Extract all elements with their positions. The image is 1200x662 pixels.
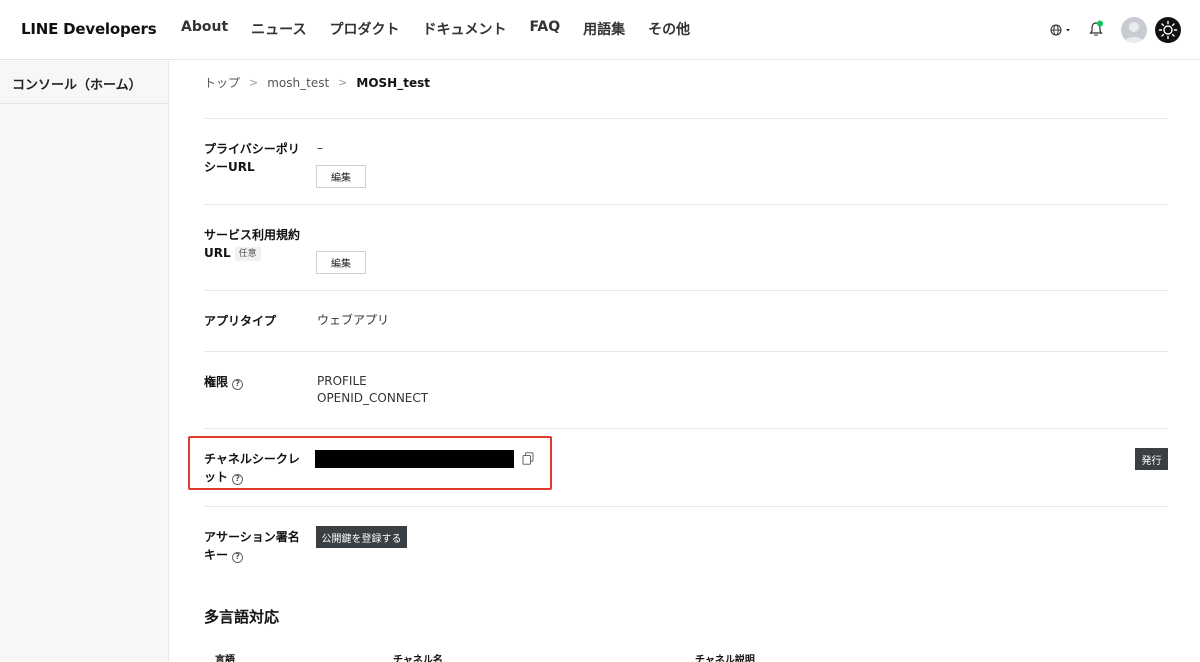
table-header-channel-name: チャネル名 (393, 655, 443, 662)
divider (204, 118, 1168, 119)
nav-documents[interactable]: ドキュメント (422, 19, 506, 39)
breadcrumb-provider[interactable]: mosh_test (267, 76, 329, 90)
multilingual-section-title: 多言語対応 (204, 608, 280, 626)
help-icon[interactable]: ? (232, 473, 244, 485)
channel-secret-label-text: チャネルシークレット (204, 452, 300, 484)
assertion-signing-key-label-text: アサーション署名キー (204, 530, 300, 562)
help-icon[interactable]: ? (232, 378, 244, 390)
sun-icon (1158, 20, 1178, 40)
divider (204, 290, 1168, 291)
user-avatar[interactable] (1121, 17, 1147, 43)
language-globe-icon[interactable] (1049, 22, 1073, 38)
breadcrumb-top[interactable]: トップ (204, 74, 240, 91)
line-developers-logo[interactable]: LINE Developers (21, 20, 157, 38)
divider (204, 351, 1168, 352)
breadcrumb-chevron-icon: > (249, 76, 259, 89)
divider (204, 506, 1168, 507)
user-silhouette-icon (1124, 22, 1144, 43)
nav-faq[interactable]: FAQ (529, 19, 560, 39)
divider (204, 428, 1168, 429)
edit-privacy-policy-button[interactable]: 編集 (316, 165, 366, 188)
permissions-value-profile: PROFILE (317, 374, 367, 388)
breadcrumb-current-channel: MOSH_test (356, 75, 430, 90)
top-header: LINE Developers About ニュース プロダクト ドキュメント … (0, 0, 1200, 60)
breadcrumb-chevron-icon: > (338, 76, 348, 89)
issue-channel-secret-button[interactable]: 発行 (1135, 448, 1168, 470)
assertion-signing-key-label: アサーション署名キー? (204, 528, 310, 564)
theme-toggle-button[interactable] (1155, 17, 1181, 43)
nav-news[interactable]: ニュース (251, 19, 306, 39)
nav-glossary[interactable]: 用語集 (583, 19, 625, 39)
sidebar: コンソール（ホーム） (0, 61, 169, 662)
table-header-channel-description: チャネル説明 (695, 655, 755, 662)
help-icon[interactable]: ? (232, 551, 244, 563)
register-public-key-button[interactable]: 公開鍵を登録する (316, 526, 407, 548)
edit-terms-of-service-button[interactable]: 編集 (316, 251, 366, 274)
app-type-value: ウェブアプリ (317, 313, 390, 327)
breadcrumb: トップ > mosh_test > MOSH_test (204, 74, 430, 91)
copy-icon[interactable] (522, 452, 534, 465)
nav-products[interactable]: プロダクト (329, 19, 399, 39)
sidebar-item-console-home[interactable]: コンソール（ホーム） (0, 61, 168, 104)
nav-about[interactable]: About (181, 19, 228, 39)
main-nav: About ニュース プロダクト ドキュメント FAQ 用語集 その他 (181, 19, 713, 39)
permissions-value-openid-connect: OPENID_CONNECT (317, 391, 429, 405)
divider (204, 204, 1168, 205)
channel-secret-value-redacted (315, 450, 514, 468)
optional-badge: 任意 (234, 247, 261, 261)
nav-more[interactable]: その他 (648, 19, 690, 39)
privacy-policy-url-label: プライバシーポリシーURL (204, 142, 300, 174)
notification-bell-icon[interactable] (1088, 20, 1104, 38)
permissions-label-text: 権限 (204, 375, 229, 389)
permissions-label: 権限? (204, 373, 310, 391)
table-header-language: 言語 (215, 655, 235, 662)
privacy-policy-url-value: – (317, 141, 323, 155)
app-type-label: アプリタイプ (204, 314, 277, 328)
channel-secret-label: チャネルシークレット? (204, 450, 310, 486)
terms-of-service-url-label: サービス利用規約URL 任意 (204, 226, 310, 262)
